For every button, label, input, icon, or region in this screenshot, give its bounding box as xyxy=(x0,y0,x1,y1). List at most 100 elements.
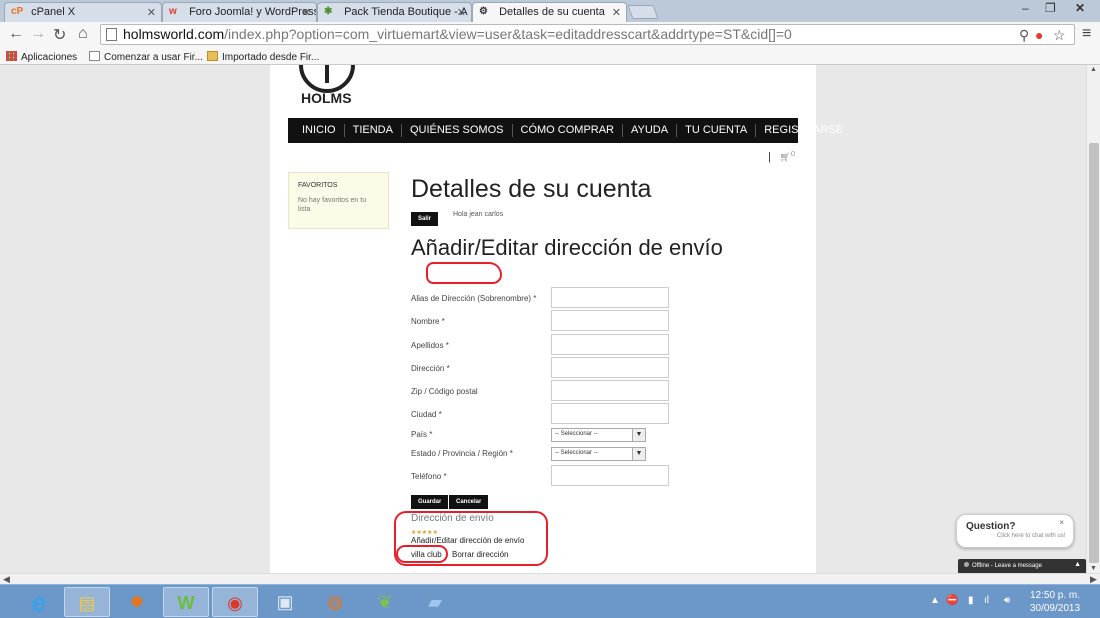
back-icon[interactable]: ← xyxy=(8,25,24,43)
field-label: Alias de Dirección (Sobrenombre) * xyxy=(411,294,537,303)
cancel-button[interactable]: Cancelar xyxy=(449,495,489,509)
reload-icon[interactable]: ↻ xyxy=(53,25,66,45)
page-title: Detalles de su cuenta xyxy=(411,175,652,203)
orange-app-icon[interactable]: ✹ xyxy=(114,587,160,617)
address-field[interactable] xyxy=(551,357,669,378)
bookmark-firefox-start[interactable]: Comenzar a usar Fir... xyxy=(89,51,203,63)
tab-title: Pack Tienda Boutique - A xyxy=(344,6,468,19)
close-icon[interactable]: ✕ xyxy=(147,6,156,19)
nav-ayuda[interactable]: AYUDA xyxy=(623,124,678,137)
chevron-up-icon[interactable]: ▲ xyxy=(1074,561,1081,568)
field-label: Apellidos * xyxy=(411,341,449,350)
joomla-icon: ✱ xyxy=(324,6,333,18)
tab-cpanel[interactable]: cP cPanel X ✕ xyxy=(4,2,162,22)
tab-title: Foro Joomla! y WordPress xyxy=(189,6,317,19)
city-field[interactable] xyxy=(551,403,669,424)
chevron-down-icon[interactable]: ▼ xyxy=(632,429,645,441)
nav-quienes-somos[interactable]: QUIÉNES SOMOS xyxy=(402,124,513,137)
holms-logo-icon[interactable] xyxy=(299,65,355,93)
menu-icon[interactable]: ≡ xyxy=(1082,25,1091,43)
divider: | xyxy=(768,151,771,163)
nav-tienda[interactable]: TIENDA xyxy=(345,124,402,137)
tray-expand-icon[interactable]: ▲ xyxy=(930,595,940,606)
internet-explorer-icon[interactable]: e xyxy=(16,587,62,617)
chevron-down-icon[interactable]: ▼ xyxy=(632,448,645,460)
vertical-scrollbar[interactable]: ▲ ▼ xyxy=(1086,65,1100,573)
extension-icon[interactable]: ● xyxy=(1035,27,1043,43)
state-select-value: -- Seleccionar -- xyxy=(555,450,598,456)
close-icon[interactable]: × xyxy=(1059,518,1064,527)
address-bar[interactable]: holmsworld.com/index.php?option=com_virt… xyxy=(100,24,1075,45)
restore-icon[interactable]: ❐ xyxy=(1045,1,1056,15)
tab-account-details[interactable]: ⚙ Detalles de su cuenta ✕ xyxy=(472,2,627,22)
system-clock[interactable]: 12:50 p. m. 30/09/2013 xyxy=(1025,589,1085,615)
chat-offline-bar[interactable]: Offline - Leave a message ▲ xyxy=(958,559,1086,573)
tab-title: cPanel X xyxy=(31,6,76,19)
logo-text[interactable]: HOLMS xyxy=(301,90,352,106)
tab-pack-tienda[interactable]: ✱ Pack Tienda Boutique - A ✕ xyxy=(317,2,472,22)
alias-field[interactable] xyxy=(551,287,669,308)
greeting-text: Hola jean carlos xyxy=(453,211,504,218)
nav-como-comprar[interactable]: CÓMO COMPRAR xyxy=(513,124,623,137)
close-icon[interactable]: ✕ xyxy=(612,6,621,19)
notepad-icon[interactable]: ▰ xyxy=(412,587,458,617)
tab-forum[interactable]: w Foro Joomla! y WordPress ✕ xyxy=(162,2,317,22)
zip-field[interactable] xyxy=(551,380,669,401)
home-icon[interactable]: ⌂ xyxy=(78,25,88,43)
scroll-up-icon[interactable]: ▲ xyxy=(1090,66,1097,73)
close-window-icon[interactable]: ✕ xyxy=(1075,1,1085,15)
bookmark-apps[interactable]: Aplicaciones xyxy=(6,51,77,63)
state-select[interactable]: -- Seleccionar -- ▼ xyxy=(551,447,646,461)
logout-button[interactable]: Salir xyxy=(411,212,439,226)
signal-icon[interactable]: ıl xyxy=(984,595,989,606)
field-label: Dirección * xyxy=(411,364,450,373)
form-row-telefono: Teléfono * xyxy=(411,465,671,487)
chat-bubble[interactable]: Question? Click here to chat with us! × xyxy=(956,514,1074,548)
volume-icon[interactable]: 🔊︎ xyxy=(1004,595,1010,606)
cart-widget[interactable]: | 🛒︎0 xyxy=(768,149,795,163)
file-explorer-icon[interactable]: ▤ xyxy=(64,587,110,617)
close-icon[interactable]: ✕ xyxy=(457,6,466,19)
tray-security-icon[interactable]: ⛔ xyxy=(946,595,958,606)
bookmark-imported[interactable]: Importado desde Fir... xyxy=(207,51,319,63)
nav-inicio[interactable]: INICIO xyxy=(294,124,345,137)
form-row-zip: Zip / Código postal xyxy=(411,380,671,402)
main-nav: INICIO TIENDA QUIÉNES SOMOS CÓMO COMPRAR… xyxy=(288,118,843,143)
form-row-alias: Alias de Dirección (Sobrenombre) * xyxy=(411,287,671,309)
chrome-icon[interactable]: ◉ xyxy=(212,587,258,617)
last-name-field[interactable] xyxy=(551,334,669,355)
firefox-icon[interactable]: ◍ xyxy=(312,587,358,617)
field-label: Ciudad * xyxy=(411,410,442,419)
save-button[interactable]: Guardar xyxy=(411,495,449,509)
horizontal-scrollbar[interactable]: ◀ ▶ xyxy=(0,573,1100,584)
annotation-circle xyxy=(396,545,448,563)
first-name-field[interactable] xyxy=(551,310,669,331)
search-icon[interactable]: ⚲ xyxy=(1019,27,1029,44)
phone-field[interactable] xyxy=(551,465,669,486)
tab-title: Detalles de su cuenta xyxy=(499,6,605,19)
bookmark-star-icon[interactable]: ☆ xyxy=(1053,27,1066,44)
favorites-box: FAVORITOS No hay favoritos en tu lista xyxy=(288,172,389,229)
nav-registrarse[interactable]: REGISTRARSE xyxy=(756,124,851,137)
leaf-app-icon[interactable]: ❦ xyxy=(362,587,408,617)
holms-icon: ⚙ xyxy=(479,6,488,18)
form-row-direccion: Dirección * xyxy=(411,357,671,379)
favorites-title: FAVORITOS xyxy=(298,182,338,189)
new-tab-button[interactable] xyxy=(627,5,659,19)
scroll-down-icon[interactable]: ▼ xyxy=(1090,565,1097,572)
country-select-value: -- Seleccionar -- xyxy=(555,431,598,437)
forward-icon[interactable]: → xyxy=(30,25,46,43)
apps-grid-icon xyxy=(6,51,17,61)
country-select[interactable]: -- Seleccionar -- ▼ xyxy=(551,428,646,442)
nav-tu-cuenta[interactable]: TU CUENTA xyxy=(677,124,757,137)
url-path: /index.php?option=com_virtuemart&view=us… xyxy=(224,26,792,42)
w-app-icon[interactable]: W xyxy=(163,587,209,617)
cart-icon[interactable]: 🛒︎ xyxy=(779,152,790,162)
minimize-icon[interactable]: – xyxy=(1022,1,1029,15)
browser-toolbar: ← → ↻ ⌂ holmsworld.com/index.php?option=… xyxy=(0,22,1100,48)
scroll-thumb[interactable] xyxy=(1089,143,1099,563)
battery-icon[interactable]: ▮ xyxy=(968,595,974,606)
computer-icon[interactable]: ▣ xyxy=(262,587,308,617)
close-icon[interactable]: ✕ xyxy=(302,6,311,19)
form-row-nombre: Nombre * xyxy=(411,310,671,332)
